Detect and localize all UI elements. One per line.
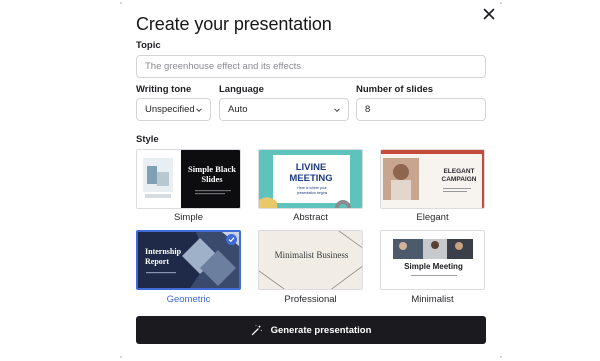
selected-check-badge xyxy=(226,234,237,245)
generate-presentation-label: Generate presentation xyxy=(270,324,372,336)
style-label: Style xyxy=(136,134,159,145)
generate-presentation-button[interactable]: Generate presentation xyxy=(136,316,486,344)
writing-tone-select[interactable]: Unspecified xyxy=(136,98,211,121)
dialog-title: Create your presentation xyxy=(136,14,332,34)
abstract-thumb-subtitle: Here is where your presentation begins xyxy=(296,186,328,195)
writing-tone-value: Unspecified xyxy=(145,104,195,115)
elegant-thumb-title: ELEGANT CAMPAIGN xyxy=(441,168,477,183)
topic-label: Topic xyxy=(136,40,161,51)
minimalist-thumb-title: Simple Meeting xyxy=(404,262,463,271)
language-select[interactable]: Auto xyxy=(219,98,349,121)
style-card-elegant[interactable]: ELEGANT CAMPAIGN xyxy=(380,149,485,209)
style-card-geometric[interactable]: Internship Report xyxy=(136,230,241,290)
slides-label: Number of slides xyxy=(356,84,434,95)
topic-input[interactable]: The greenhouse effect and its effects xyxy=(136,55,486,78)
close-icon[interactable] xyxy=(480,5,498,23)
slides-value: 8 xyxy=(365,104,371,115)
geometric-thumb-title: Internship Report xyxy=(145,247,182,266)
style-card-minimalist[interactable]: Simple Meeting xyxy=(380,230,485,290)
corner-dot xyxy=(500,356,502,358)
style-card-geometric-label: Geometric xyxy=(166,294,211,305)
create-presentation-dialog: Create your presentation Topic The green… xyxy=(0,0,600,361)
writing-tone-label: Writing tone xyxy=(136,84,192,95)
chevron-down-icon xyxy=(196,108,202,113)
abstract-thumb-title: LIVINE MEETING xyxy=(289,162,333,184)
professional-thumb-title: Minimalist Business xyxy=(274,250,349,260)
style-card-professional-label: Professional xyxy=(284,294,337,305)
chevron-down-icon xyxy=(334,108,340,113)
corner-dot xyxy=(500,2,502,4)
style-card-simple-label: Simple xyxy=(173,212,204,223)
style-card-simple[interactable]: Simple Black Slides xyxy=(136,149,241,209)
minimalist-thumbnail xyxy=(381,231,484,289)
style-card-minimalist-label: Minimalist xyxy=(411,294,454,305)
close-button[interactable] xyxy=(480,5,498,23)
magic-wand-icon xyxy=(251,324,262,336)
style-card-professional[interactable]: Minimalist Business xyxy=(258,230,363,290)
slides-input[interactable]: 8 xyxy=(356,98,486,121)
topic-input-value: The greenhouse effect and its effects xyxy=(145,61,301,72)
style-card-abstract-label: Abstract xyxy=(293,212,328,223)
corner-dot xyxy=(120,2,122,4)
check-icon xyxy=(228,237,235,243)
language-label: Language xyxy=(219,84,264,95)
corner-dot xyxy=(120,356,122,358)
language-value: Auto xyxy=(228,104,248,115)
style-card-abstract[interactable]: LIVINE MEETING Here is where your presen… xyxy=(258,149,363,209)
style-card-elegant-label: Elegant xyxy=(416,212,449,223)
simple-thumb-title: Simple Black Slides xyxy=(188,164,236,184)
